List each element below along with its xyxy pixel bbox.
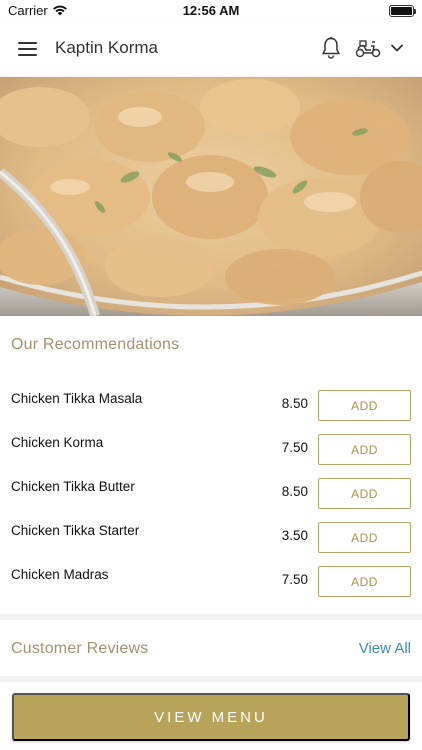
list-item: Chicken Tikka Masala 8.50 ADD [0,376,422,421]
section-divider [0,614,422,620]
dish-name: Chicken Korma [11,435,104,450]
dish-price: 8.50 [281,396,308,411]
clock: 12:56 AM [182,3,240,18]
add-button[interactable]: ADD [318,522,411,553]
add-button[interactable]: ADD [318,390,411,421]
dish-price: 8.50 [281,484,308,499]
dish-price: 3.50 [281,528,308,543]
scooter-icon[interactable] [355,37,381,59]
recommendations-list: Chicken Tikka Masala 8.50 ADD Chicken Ko… [0,376,422,597]
dish-price: 7.50 [281,440,308,455]
status-bar: Carrier 12:56 AM [0,0,422,22]
add-button[interactable]: ADD [318,478,411,509]
list-item: Chicken Tikka Butter 8.50 ADD [0,464,422,509]
list-item: Chicken Korma 7.50 ADD [0,420,422,465]
bottom-bar: VIEW MENU [0,682,422,750]
hero-food-image [0,77,422,316]
reviews-heading: Customer Reviews [11,640,149,657]
add-button[interactable]: ADD [318,434,411,465]
dish-name: Chicken Tikka Butter [11,479,135,494]
list-item: Chicken Madras 7.50 ADD [0,552,422,597]
chevron-down-icon[interactable] [390,41,404,55]
bell-icon[interactable] [320,36,342,60]
dish-name: Chicken Tikka Starter [11,523,140,538]
battery-icon [389,5,416,17]
list-item: Chicken Tikka Starter 3.50 ADD [0,508,422,553]
recommendations-heading: Our Recommendations [11,336,180,353]
restaurant-title: Kaptin Korma [55,38,158,57]
dish-name: Chicken Madras [11,567,109,582]
add-button[interactable]: ADD [318,566,411,597]
dish-price: 7.50 [281,572,308,587]
menu-icon[interactable] [18,39,38,59]
dish-name: Chicken Tikka Masala [11,391,143,406]
nav-bar: Kaptin Korma [0,22,422,76]
view-menu-button[interactable]: VIEW MENU [12,693,410,741]
view-all-reviews-link[interactable]: View All [359,640,411,657]
